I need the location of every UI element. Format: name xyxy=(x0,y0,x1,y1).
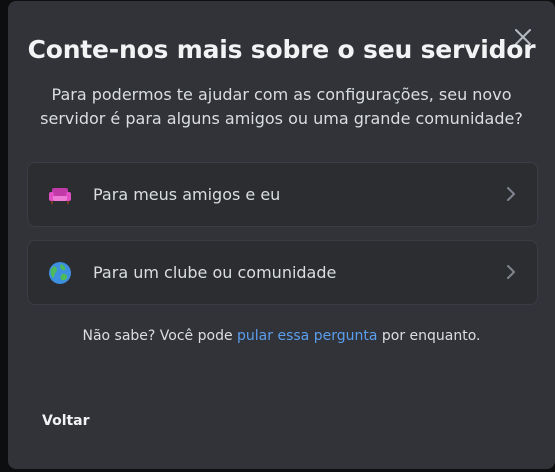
chevron-right-icon xyxy=(507,265,515,279)
option-friends[interactable]: Para meus amigos e eu xyxy=(27,162,538,227)
globe-emoji-icon xyxy=(49,262,71,284)
option-community-label: Para um clube ou comunidade xyxy=(93,263,337,282)
option-friends-label: Para meus amigos e eu xyxy=(93,185,281,204)
modal-title: Conte-nos mais sobre o seu servidor xyxy=(27,35,536,64)
back-button[interactable]: Voltar xyxy=(42,413,90,429)
modal-subtitle: Para podermos te ajudar com as configura… xyxy=(40,85,523,128)
skip-suffix: por enquanto. xyxy=(377,328,481,344)
skip-prefix: Não sabe? Você pode xyxy=(82,328,238,344)
create-server-modal: Conte-nos mais sobre o seu servidor Para… xyxy=(8,1,555,469)
skip-hint: Não sabe? Você pode pular essa pergunta … xyxy=(8,328,555,344)
chevron-right-icon xyxy=(507,187,515,201)
option-community[interactable]: Para um clube ou comunidade xyxy=(27,240,538,305)
skip-question-link[interactable]: pular essa pergunta xyxy=(237,328,377,344)
couch-emoji-icon xyxy=(49,188,71,204)
